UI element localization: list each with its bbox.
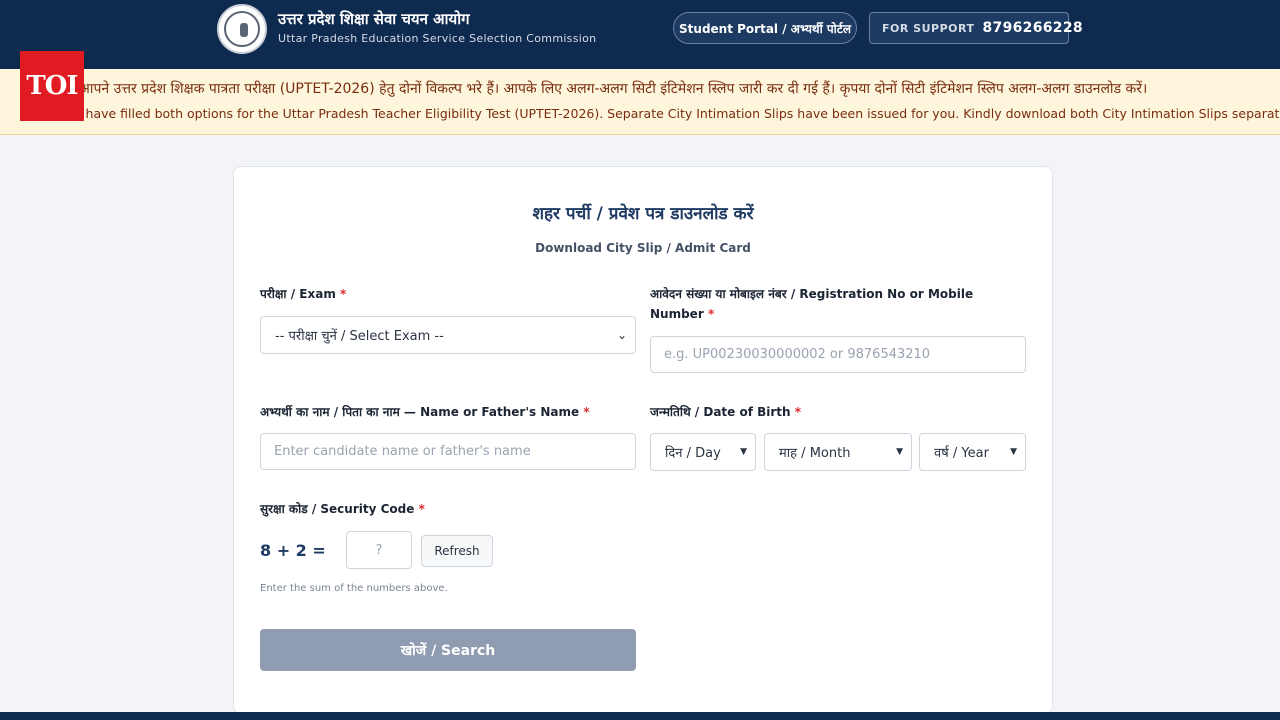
notice-hindi-text: : आपने उत्तर प्रदेश शिक्षक पात्रता परीक्… <box>70 81 1148 97</box>
chevron-down-icon: ⌄ <box>616 328 627 342</box>
form-subtitle: Download City Slip / Admit Card <box>535 241 751 255</box>
support-label: FOR SUPPORT <box>882 21 975 35</box>
required-asterisk: * <box>418 502 425 516</box>
name-label: अभ्यर्थी का नाम / पिता का नाम — Name or … <box>260 402 590 422</box>
search-button[interactable]: खोजें / Search <box>260 629 636 671</box>
required-asterisk: * <box>340 287 347 301</box>
captcha-question: 8 + 2 = <box>260 541 326 560</box>
chevron-down-icon: ▼ <box>740 447 747 457</box>
up-government-emblem-icon <box>217 4 267 54</box>
chevron-down-icon: ▼ <box>896 447 903 457</box>
dob-day-select[interactable]: दिन / Day ▼ <box>650 433 756 471</box>
top-header: उत्तर प्रदेश शिक्षा सेवा चयन आयोग Uttar … <box>0 0 1280 69</box>
captcha-answer-input[interactable] <box>346 531 412 569</box>
required-asterisk: * <box>707 307 715 321</box>
dob-month-value: माह / Month <box>779 446 851 461</box>
exam-select[interactable]: -- परीक्षा चुनें / Select Exam -- ⌄ <box>260 316 636 354</box>
toi-watermark-logo: TOI <box>20 51 84 121</box>
org-name-hindi: उत्तर प्रदेश शिक्षा सेवा चयन आयोग <box>278 10 470 28</box>
name-label-text: अभ्यर्थी का नाम / पिता का नाम — Name or … <box>260 405 580 419</box>
security-code-label: सुरक्षा कोड / Security Code * <box>260 499 425 519</box>
emblem-center <box>240 23 248 37</box>
dob-year-select[interactable]: वर्ष / Year ▼ <box>919 433 1026 471</box>
dob-year-value: वर्ष / Year <box>934 446 989 461</box>
captcha-hint: Enter the sum of the numbers above. <box>260 583 448 594</box>
student-portal-button[interactable]: Student Portal / अभ्यर्थी पोर्टल <box>673 12 857 44</box>
registration-input[interactable] <box>650 336 1026 373</box>
org-name-english: Uttar Pradesh Education Service Selectio… <box>278 32 597 45</box>
form-title: शहर पर्ची / प्रवेश पत्र डाउनलोड करें <box>532 204 754 224</box>
exam-label: परीक्षा / Exam * <box>260 284 346 304</box>
captcha-refresh-button[interactable]: Refresh <box>421 535 493 567</box>
support-box[interactable]: FOR SUPPORT 8796266228 <box>869 12 1083 44</box>
required-asterisk: * <box>583 405 590 419</box>
required-asterisk: * <box>794 405 802 419</box>
notice-english-text: ou have filled both options for the Utta… <box>66 106 1280 121</box>
dob-label-text: जन्मतिथि / Date of Birth <box>650 405 791 419</box>
exam-select-value: -- परीक्षा चुनें / Select Exam -- <box>275 329 444 344</box>
emblem-ring <box>224 11 260 47</box>
support-phone-number[interactable]: 8796266228 <box>982 20 1082 36</box>
dob-label: जन्मतिथि / Date of Birth * <box>650 402 801 422</box>
footer-bar <box>0 712 1280 720</box>
chevron-down-icon: ▼ <box>1010 447 1017 457</box>
name-input[interactable] <box>260 433 636 470</box>
download-form-card: शहर पर्ची / प्रवेश पत्र डाउनलोड करें Dow… <box>233 166 1053 714</box>
registration-label-text: आवेदन संख्या या मोबाइल नंबर / Registrati… <box>650 287 974 321</box>
dob-month-select[interactable]: माह / Month ▼ <box>764 433 912 471</box>
registration-label: आवेदन संख्या या मोबाइल नंबर / Registrati… <box>650 284 1030 324</box>
exam-label-text: परीक्षा / Exam <box>260 287 336 301</box>
notice-banner: : आपने उत्तर प्रदेश शिक्षक पात्रता परीक्… <box>0 69 1280 135</box>
dob-day-value: दिन / Day <box>665 446 721 461</box>
security-label-text: सुरक्षा कोड / Security Code <box>260 502 415 516</box>
